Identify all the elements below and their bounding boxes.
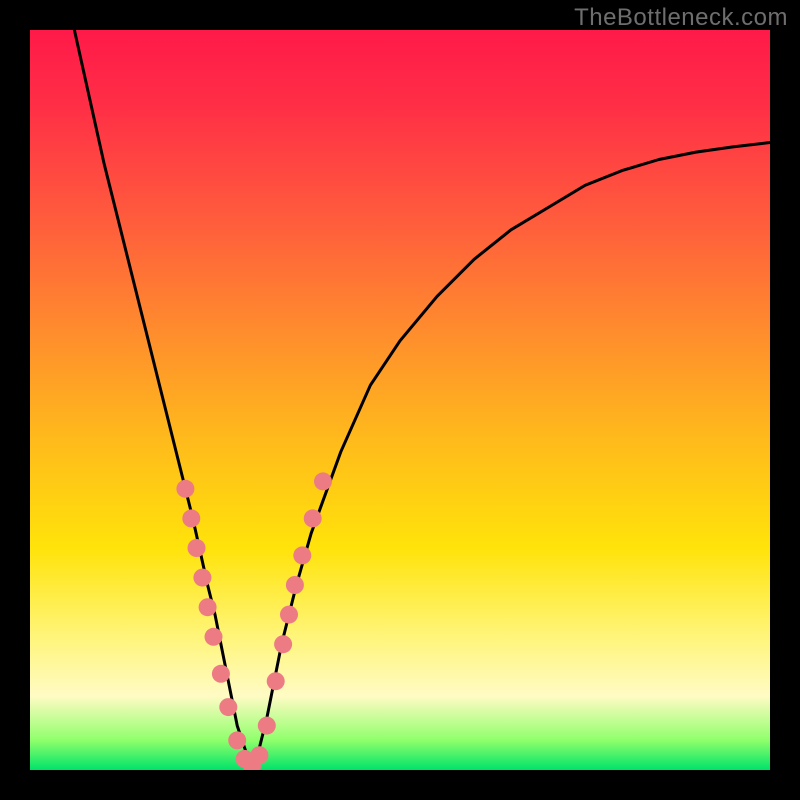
marker-dot (304, 509, 322, 527)
highlighted-points (176, 472, 332, 770)
marker-dot (193, 569, 211, 587)
marker-dot (205, 628, 223, 646)
marker-dot (188, 539, 206, 557)
plot-area (30, 30, 770, 770)
marker-dot (274, 635, 292, 653)
marker-dot (176, 480, 194, 498)
marker-dot (267, 672, 285, 690)
chart-svg (30, 30, 770, 770)
marker-dot (199, 598, 217, 616)
watermark-text: TheBottleneck.com (574, 4, 788, 32)
marker-dot (182, 509, 200, 527)
marker-dot (212, 665, 230, 683)
marker-dot (286, 576, 304, 594)
marker-dot (219, 698, 237, 716)
marker-dot (258, 717, 276, 735)
outer-frame: TheBottleneck.com (0, 0, 800, 800)
marker-dot (280, 606, 298, 624)
marker-dot (228, 731, 246, 749)
curve-line (74, 30, 770, 770)
marker-dot (250, 746, 268, 764)
marker-dot (314, 472, 332, 490)
marker-dot (293, 546, 311, 564)
